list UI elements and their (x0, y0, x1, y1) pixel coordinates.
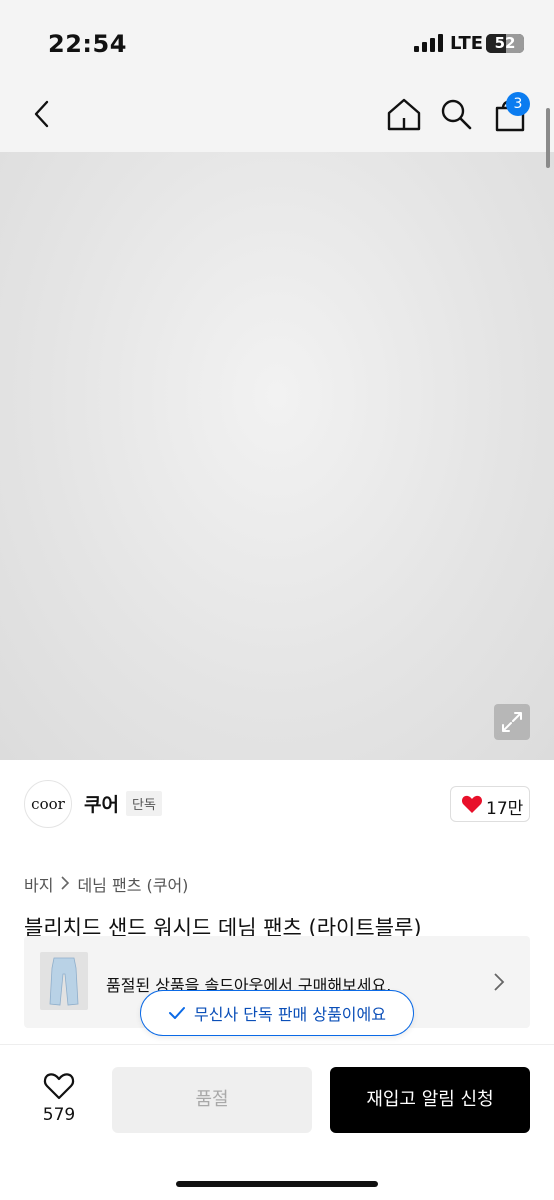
check-icon (169, 1007, 186, 1019)
brand-like-button[interactable]: 17만 (450, 786, 530, 822)
signal-icon (414, 34, 444, 52)
cart-count-badge: 3 (506, 92, 530, 116)
exclusive-badge: 단독 (126, 791, 162, 816)
network-label: LTE (450, 33, 484, 54)
home-indicator (176, 1181, 378, 1187)
back-arrow-icon[interactable] (22, 94, 62, 134)
exclusive-notice: 무신사 단독 판매 상품이에요 (140, 990, 414, 1036)
wishlist-button[interactable]: 579 (30, 1071, 88, 1133)
brand-logo[interactable]: coor (24, 780, 72, 828)
scroll-indicator[interactable] (546, 108, 550, 168)
heart-filled-icon (461, 795, 483, 813)
battery-level: 52 (494, 34, 516, 52)
breadcrumb-item[interactable]: 바지 (24, 872, 53, 896)
breadcrumb: 바지 데님 팬츠 (쿠어) (24, 872, 188, 896)
status-bar: 22:54 LTE 52 (0, 0, 554, 78)
brand-name[interactable]: 쿠어 (84, 790, 119, 817)
wish-count: 579 (42, 1105, 76, 1125)
product-thumbnail (40, 952, 88, 1010)
home-icon[interactable] (384, 94, 424, 134)
bottom-action-bar: 579 품절 재입고 알림 신청 (0, 1044, 554, 1200)
search-icon[interactable] (436, 94, 476, 134)
breadcrumb-item[interactable]: 데님 팬츠 (쿠어) (77, 872, 188, 896)
chevron-right-icon (494, 973, 505, 991)
status-time: 22:54 (48, 30, 127, 58)
product-image[interactable] (0, 152, 554, 760)
expand-icon[interactable] (494, 704, 530, 740)
exclusive-notice-text: 무신사 단독 판매 상품이에요 (194, 1005, 386, 1024)
soldout-button: 품절 (112, 1067, 312, 1133)
like-count: 17만 (486, 799, 524, 819)
chevron-right-icon (60, 875, 70, 894)
heart-outline-icon (43, 1073, 75, 1100)
brand-row: coor 쿠어 단독 17만 (0, 760, 554, 852)
nav-bar (0, 78, 554, 152)
restock-alert-button[interactable]: 재입고 알림 신청 (330, 1067, 530, 1133)
battery-icon: 52 (486, 34, 524, 53)
